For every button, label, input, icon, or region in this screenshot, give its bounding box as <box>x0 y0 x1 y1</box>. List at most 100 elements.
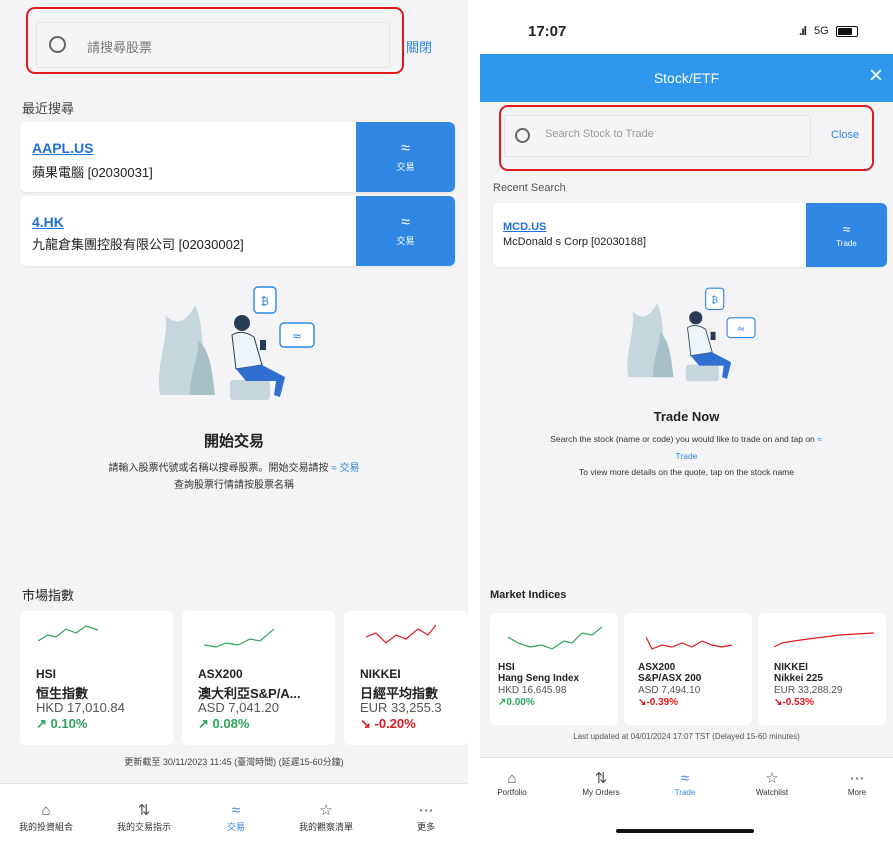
empty-state-title: 開始交易 <box>203 433 264 450</box>
search-icon <box>49 36 66 53</box>
trend-up-icon: ↗ <box>36 716 47 731</box>
stock-name[interactable]: 九龍倉集團控股有限公司 [02030002] <box>32 234 244 253</box>
last-updated-text: Last updated at 04/01/2024 17:07 TST (De… <box>573 732 800 741</box>
last-updated-text: 更新截至 30/11/2023 11:45 (臺灣時間) (延遲15-60分鐘) <box>124 757 344 767</box>
trade-link[interactable]: Trade <box>480 451 893 461</box>
index-value: HKD 16,645.98 <box>498 685 567 696</box>
index-code: NIKKEI <box>360 667 401 681</box>
nav-label: 我的投資組合 <box>18 822 73 832</box>
nav-orders[interactable]: ⇅ 我的交易指示 <box>104 802 184 833</box>
nav-label: Portfolio <box>497 788 527 797</box>
empty-state-line-2: 查詢股票行情請按股票名稱 <box>174 480 294 491</box>
bottom-nav: ⌂ 我的投資組合 ⇅ 我的交易指示 ≈ 交易 ☆ 我的觀察清單 ⋯ 更多 <box>0 783 468 843</box>
stock-symbol[interactable]: MCD.US <box>503 221 546 233</box>
empty-state-text: Search the stock (name or code) you woul… <box>550 434 815 444</box>
nav-trade[interactable]: ≈ 交易 <box>196 802 276 833</box>
bottom-nav: ⌂ Portfolio ⇅ My Orders ≈ Trade ☆ Watchlist … <box>480 757 893 843</box>
trade-icon: ≈ <box>680 770 690 787</box>
recent-item-aapl[interactable]: AAPL.US 蘋果電腦 [02030031] ≈ 交易 <box>20 122 455 192</box>
empty-state-line-1: Search the stock (name or code) you woul… <box>486 434 886 444</box>
recent-item-4hk[interactable]: 4.HK 九龍倉集團控股有限公司 [02030002] ≈ 交易 <box>20 196 455 266</box>
stock-name[interactable]: 蘋果電腦 [02030031] <box>32 162 153 181</box>
trade-illustration: ₿ ≈ <box>627 287 756 382</box>
empty-state-text: 請輸入股票代號或名稱以搜尋股票。開始交易請按 <box>108 463 329 474</box>
empty-state-title: Trade Now <box>653 409 720 424</box>
close-button[interactable]: 關閉 <box>406 37 432 56</box>
nav-watchlist[interactable]: ☆ 我的觀察清單 <box>286 802 366 833</box>
signal-icon: .ıl <box>799 24 807 38</box>
trend-up-icon: ↗ <box>198 716 209 731</box>
close-icon[interactable]: × <box>869 64 883 88</box>
trade-illustration: ₿ ≈ <box>158 286 315 400</box>
recent-search-heading: 最近搜尋 <box>22 101 75 116</box>
nav-label: 更多 <box>416 822 435 832</box>
nav-label: Watchlist <box>755 788 789 797</box>
svg-text:₿: ₿ <box>261 295 269 308</box>
nav-label: Trade <box>674 788 696 797</box>
index-name: Hang Seng Index <box>498 673 580 684</box>
nav-more[interactable]: ⋯ More <box>827 770 887 797</box>
header-title: Stock/ETF <box>653 70 720 86</box>
index-sparkline <box>366 624 436 644</box>
index-code: HSI <box>36 667 57 681</box>
index-sparkline <box>774 632 874 648</box>
index-card-asx200[interactable]: ASX200 S&P/ASX 200 ASD 7,494.10 ↘-0.39% <box>624 613 752 725</box>
index-card-nikkei[interactable]: NIKKEI Nikkei 225 EUR 33,288.29 ↘-0.53% <box>758 613 886 725</box>
status-time: 17:07 <box>528 23 567 40</box>
close-button[interactable]: Close <box>831 129 859 141</box>
index-name: Nikkei 225 <box>774 673 823 684</box>
search-placeholder: Search Stock to Trade <box>545 128 654 140</box>
home-indicator <box>616 829 754 833</box>
index-change: ↗0.00% <box>498 697 535 708</box>
index-card-nikkei[interactable]: NIKKEI 日經平均指數 EUR 33,255.3 ↘ -0.20% <box>344 611 468 745</box>
trade-link[interactable]: 交易 <box>340 463 360 474</box>
index-change: ↗ 0.10% <box>36 716 88 731</box>
left-screen: 請搜尋股票 關閉 最近搜尋 AAPL.US 蘋果電腦 [02030031] ≈ … <box>0 0 468 843</box>
trade-icon: ≈ <box>331 463 337 474</box>
trade-icon: ≈ <box>817 434 822 444</box>
index-card-hsi[interactable]: HSI Hang Seng Index HKD 16,645.98 ↗0.00% <box>490 613 618 725</box>
svg-text:≈: ≈ <box>292 329 302 343</box>
nav-more[interactable]: ⋯ 更多 <box>386 802 466 833</box>
index-name: S&P/ASX 200 <box>638 673 702 684</box>
market-indices-heading: Market Indices <box>490 589 567 601</box>
search-input[interactable]: Search Stock to Trade <box>504 115 811 157</box>
search-input[interactable]: 請搜尋股票 <box>36 22 390 68</box>
index-card-asx200[interactable]: ASX200 澳大利亞S&P/A... ASD 7,041.20 ↗ 0.08% <box>182 611 335 745</box>
index-code: ASX200 <box>198 667 243 681</box>
star-icon: ☆ <box>765 770 779 787</box>
nav-portfolio[interactable]: ⌂ Portfolio <box>482 770 542 797</box>
index-code: HSI <box>498 662 515 673</box>
trade-button[interactable]: ≈ Trade <box>806 203 887 267</box>
trade-icon: ≈ <box>231 802 241 819</box>
right-screen: 17:07 .ıl 5G Stock/ETF × Search Stock to… <box>480 0 893 843</box>
stock-symbol[interactable]: 4.HK <box>32 214 64 230</box>
nav-watchlist[interactable]: ☆ Watchlist <box>742 770 802 797</box>
index-code: ASX200 <box>638 662 676 673</box>
index-value: ASD 7,041.20 <box>198 700 279 715</box>
recent-item-mcd[interactable]: MCD.US McDonald s Corp [02030188] ≈ Trad… <box>493 203 887 267</box>
nav-trade[interactable]: ≈ Trade <box>655 770 715 797</box>
nav-label: More <box>847 788 867 797</box>
nav-orders[interactable]: ⇅ My Orders <box>566 770 636 797</box>
more-icon: ⋯ <box>418 802 434 819</box>
trade-button[interactable]: ≈ 交易 <box>356 196 455 266</box>
index-card-hsi[interactable]: HSI 恒生指數 HKD 17,010.84 ↗ 0.10% <box>20 611 173 745</box>
portfolio-icon: ⌂ <box>41 802 51 819</box>
index-value: HKD 17,010.84 <box>36 700 125 715</box>
index-value: EUR 33,288.29 <box>774 685 843 696</box>
trade-icon: ≈ <box>401 140 410 157</box>
nav-portfolio[interactable]: ⌂ 我的投資組合 <box>6 802 86 833</box>
nav-label: 我的觀察清單 <box>298 822 353 832</box>
stock-symbol[interactable]: AAPL.US <box>32 140 93 156</box>
trade-button[interactable]: ≈ 交易 <box>356 122 455 192</box>
trade-button-label: 交易 <box>396 236 415 246</box>
stock-name[interactable]: McDonald s Corp [02030188] <box>503 236 646 248</box>
empty-state-line-1: 請輸入股票代號或名稱以搜尋股票。開始交易請按 ≈ 交易 <box>0 459 468 474</box>
app-header: Stock/ETF × <box>480 54 893 102</box>
index-change: ↘-0.53% <box>774 697 815 708</box>
index-change: ↗ 0.08% <box>198 716 250 731</box>
index-sparkline <box>508 626 602 650</box>
more-icon: ⋯ <box>849 770 865 787</box>
svg-text:≈: ≈ <box>737 324 745 335</box>
